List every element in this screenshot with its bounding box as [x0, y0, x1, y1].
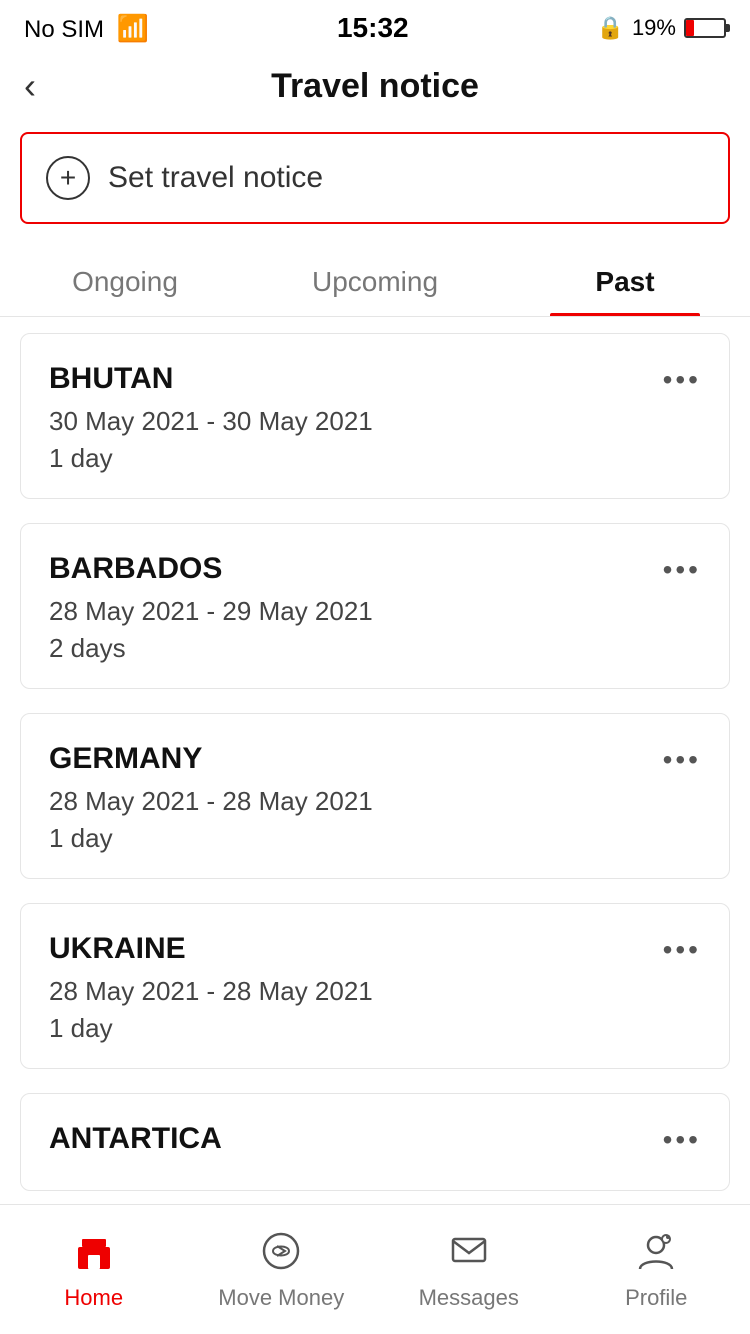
travel-cards-list: BHUTAN 30 May 2021 - 30 May 2021 1 day •…: [0, 333, 750, 1191]
nav-messages-label: Messages: [419, 1285, 519, 1311]
travel-card-barbados: BARBADOS 28 May 2021 - 29 May 2021 2 day…: [20, 523, 730, 689]
card-menu-button[interactable]: •••: [663, 1122, 701, 1156]
tab-upcoming[interactable]: Upcoming: [250, 248, 500, 316]
card-dates: 28 May 2021 - 28 May 2021: [49, 786, 373, 817]
card-duration: 1 day: [49, 443, 373, 474]
home-icon: [72, 1229, 116, 1279]
card-menu-button[interactable]: •••: [663, 362, 701, 396]
nav-home[interactable]: Home: [0, 1219, 188, 1321]
tab-past[interactable]: Past: [500, 248, 750, 316]
battery-icon: [684, 18, 726, 38]
nav-profile-label: Profile: [625, 1285, 687, 1311]
move-money-icon: [259, 1229, 303, 1279]
country-name: BHUTAN: [49, 362, 373, 396]
country-name: ANTARTICA: [49, 1122, 222, 1156]
lock-icon: 🔒: [597, 15, 624, 41]
battery-area: 🔒 19%: [597, 15, 726, 41]
plus-icon: +: [46, 156, 90, 200]
country-name: BARBADOS: [49, 552, 373, 586]
set-travel-notice-label: Set travel notice: [108, 161, 323, 195]
travel-card-germany: GERMANY 28 May 2021 - 28 May 2021 1 day …: [20, 713, 730, 879]
profile-icon: [634, 1229, 678, 1279]
card-dates: 28 May 2021 - 29 May 2021: [49, 596, 373, 627]
set-travel-notice-button[interactable]: + Set travel notice: [20, 132, 730, 224]
card-duration: 1 day: [49, 1013, 373, 1044]
nav-home-label: Home: [64, 1285, 123, 1311]
card-menu-button[interactable]: •••: [663, 552, 701, 586]
tab-ongoing[interactable]: Ongoing: [0, 248, 250, 316]
card-dates: 30 May 2021 - 30 May 2021: [49, 406, 373, 437]
nav-move-money-label: Move Money: [218, 1285, 344, 1311]
card-menu-button[interactable]: •••: [663, 932, 701, 966]
carrier-text: No SIM 📶: [24, 13, 149, 44]
battery-percent: 19%: [632, 15, 676, 41]
back-button[interactable]: ‹: [24, 68, 36, 104]
tabs-container: Ongoing Upcoming Past: [0, 248, 750, 317]
travel-card-antartica: ANTARTICA •••: [20, 1093, 730, 1191]
travel-card-bhutan: BHUTAN 30 May 2021 - 30 May 2021 1 day •…: [20, 333, 730, 499]
travel-card-ukraine: UKRAINE 28 May 2021 - 28 May 2021 1 day …: [20, 903, 730, 1069]
card-duration: 2 days: [49, 633, 373, 664]
nav-profile[interactable]: Profile: [563, 1219, 750, 1321]
header: ‹ Travel notice: [0, 52, 750, 124]
messages-icon: [447, 1229, 491, 1279]
card-dates: 28 May 2021 - 28 May 2021: [49, 976, 373, 1007]
time-text: 15:32: [337, 12, 409, 44]
card-duration: 1 day: [49, 823, 373, 854]
bottom-navigation: Home Move Money Messages: [0, 1204, 750, 1334]
country-name: UKRAINE: [49, 932, 373, 966]
card-menu-button[interactable]: •••: [663, 742, 701, 776]
nav-messages[interactable]: Messages: [375, 1219, 563, 1321]
nav-move-money[interactable]: Move Money: [188, 1219, 376, 1321]
status-bar: No SIM 📶 15:32 🔒 19%: [0, 0, 750, 52]
page-title: Travel notice: [271, 67, 479, 106]
country-name: GERMANY: [49, 742, 373, 776]
